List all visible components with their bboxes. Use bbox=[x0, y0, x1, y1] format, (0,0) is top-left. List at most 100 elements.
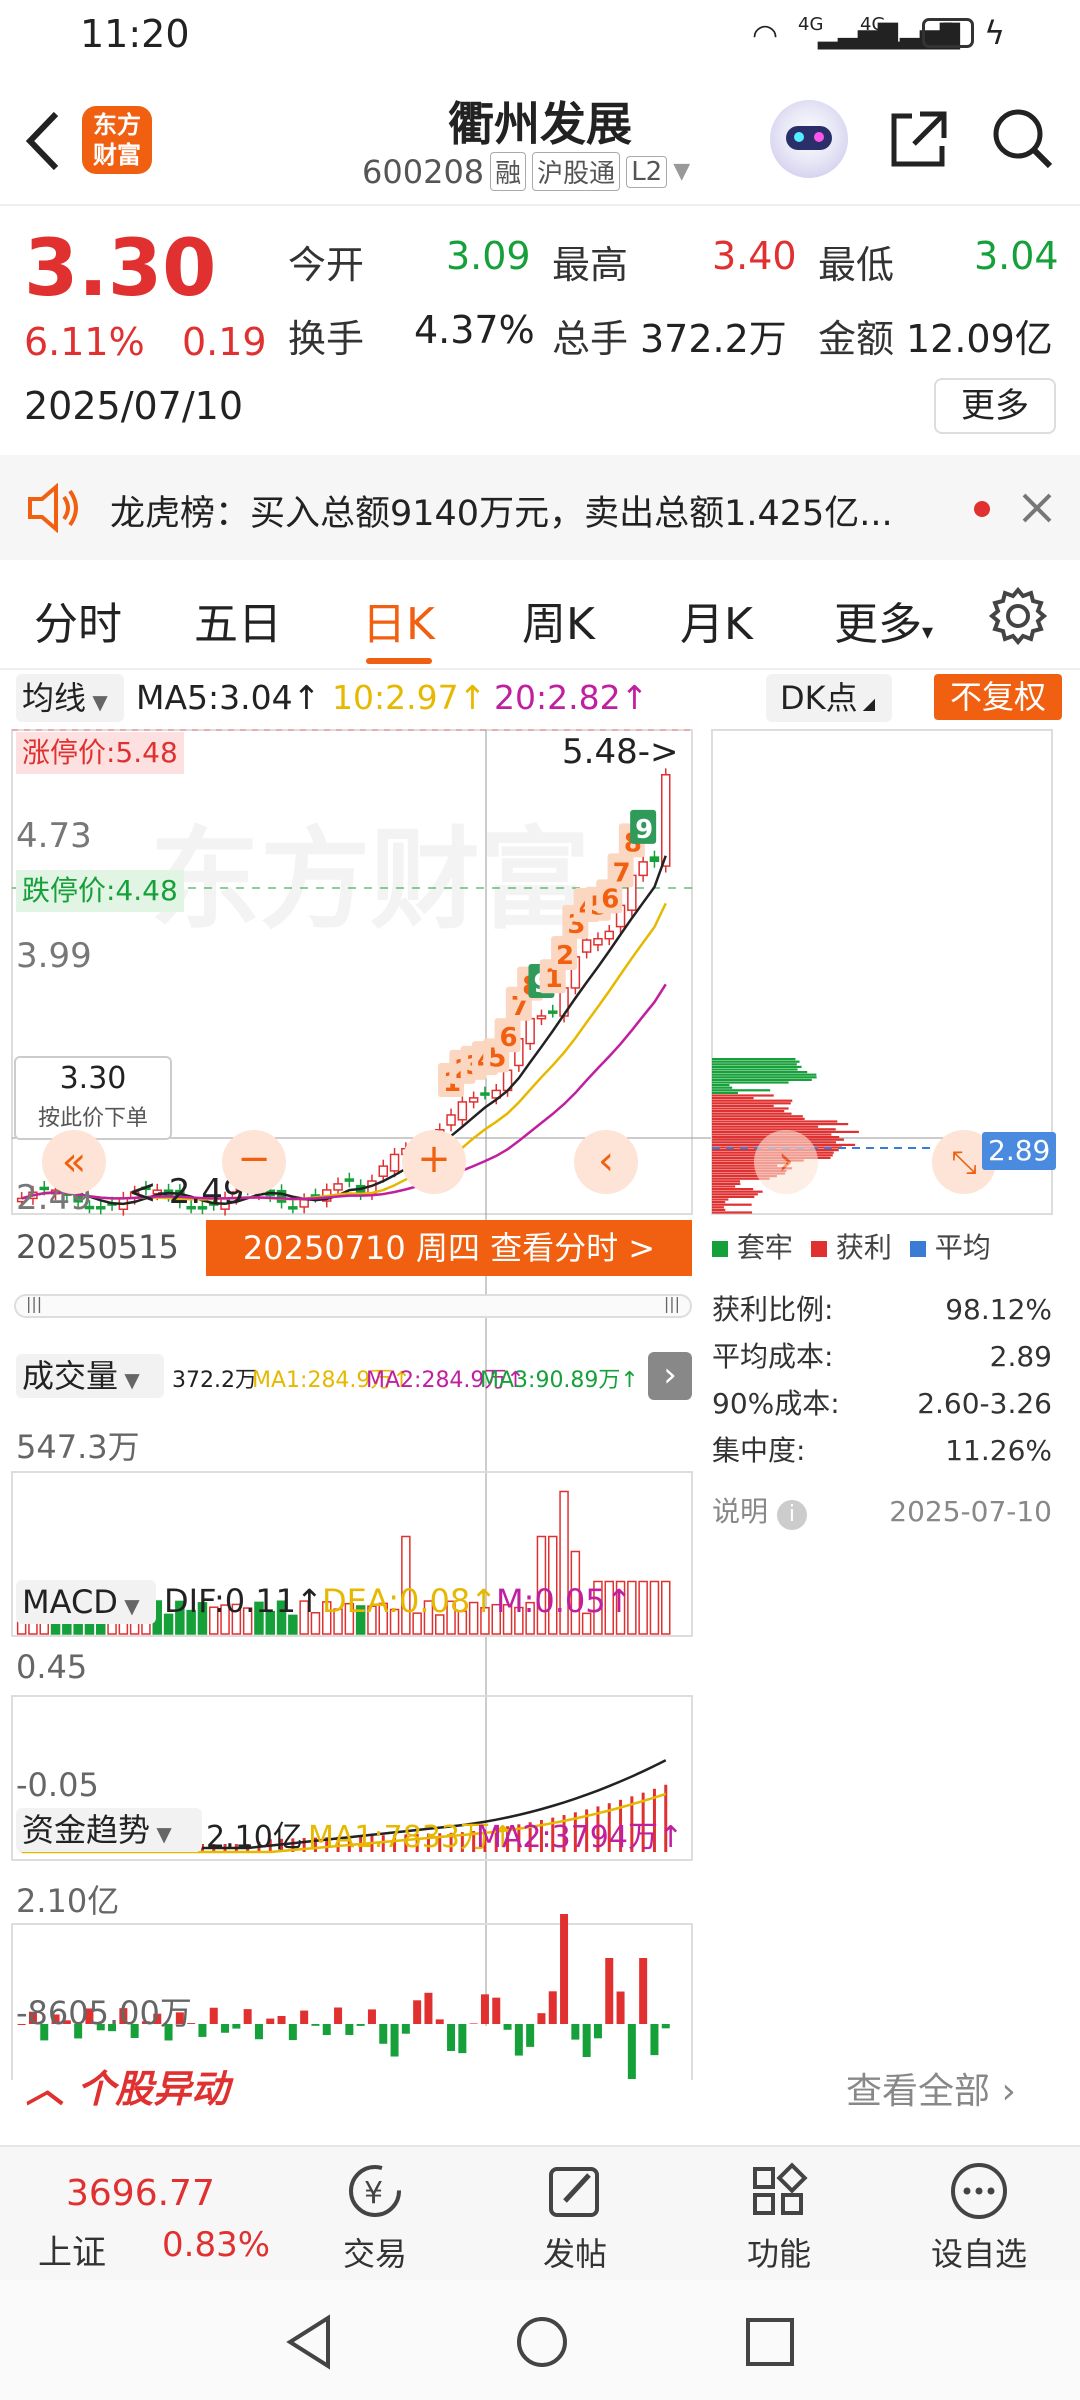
logo-text-1: 东方 bbox=[82, 110, 152, 140]
avg-cost-tag: 2.89 bbox=[982, 1132, 1056, 1170]
chip-bar bbox=[712, 1113, 792, 1115]
expand-indicators-icon[interactable]: › bbox=[648, 1352, 692, 1400]
notice-bar[interactable]: 龙虎榜：买入总额9140万元，卖出总额1.425亿... bbox=[0, 455, 1080, 560]
avg-cost-row: 平均成本: 2.89 bbox=[712, 1333, 1052, 1380]
system-home-icon[interactable] bbox=[514, 2314, 570, 2370]
nav-post[interactable]: 发帖 bbox=[500, 2147, 650, 2282]
cursor-price-tag[interactable]: 3.30 按此价下单 bbox=[14, 1056, 172, 1140]
more-dots-icon bbox=[947, 2161, 1011, 2221]
fund-bar bbox=[492, 1998, 500, 2024]
zoom-out-icon[interactable]: − bbox=[222, 1130, 286, 1194]
nav-functions[interactable]: 功能 bbox=[704, 2147, 854, 2282]
logo-text-2: 财富 bbox=[82, 140, 152, 170]
nav-trade[interactable]: ¥ 交易 bbox=[300, 2147, 450, 2282]
chip-bar bbox=[712, 1076, 817, 1078]
tab-intraday[interactable]: 分时 bbox=[34, 588, 122, 652]
slider-handle-left[interactable]: ||| bbox=[26, 1294, 42, 1313]
back-icon[interactable] bbox=[22, 110, 62, 172]
zoom-in-icon[interactable]: + bbox=[402, 1130, 466, 1194]
more-quote-button[interactable]: 更多 bbox=[934, 378, 1056, 434]
y-tick-label: 3.99 bbox=[16, 936, 92, 976]
ma-selector[interactable]: 均线 ▼ bbox=[16, 674, 124, 722]
fund-bar bbox=[639, 1958, 647, 2024]
share-icon[interactable] bbox=[886, 108, 950, 172]
view-intraday-banner[interactable]: 20250710 周四 查看分时 > bbox=[206, 1220, 692, 1276]
index-quote[interactable]: 3696.77 上证 0.83% bbox=[0, 2147, 270, 2282]
tab-weekly-k[interactable]: 周K bbox=[522, 588, 595, 652]
scroll-right-icon[interactable]: › bbox=[754, 1130, 818, 1194]
slider-handle-right[interactable]: ||| bbox=[664, 1294, 680, 1313]
candle-body bbox=[289, 1207, 297, 1209]
chip-note-row[interactable]: 说明 i 2025-07-10 bbox=[712, 1488, 1052, 1535]
profit-ratio-label: 获利比例: bbox=[712, 1286, 833, 1333]
view-all-link[interactable]: 查看全部 › bbox=[846, 2062, 1016, 2114]
ai-assistant-icon[interactable] bbox=[770, 100, 848, 178]
change-pct: 6.11% bbox=[24, 320, 145, 364]
dk-point-button[interactable]: DK点 ◢ bbox=[766, 674, 892, 722]
chip-bar bbox=[712, 1188, 753, 1190]
tab-more[interactable]: 更多▾ bbox=[834, 588, 933, 652]
adjust-mode-button[interactable]: 不复权 bbox=[934, 674, 1062, 720]
candle-body bbox=[345, 1179, 353, 1181]
battery-icon: 5 bbox=[922, 18, 974, 48]
dropdown-icon: ▼ bbox=[118, 1594, 140, 1618]
legend-profit: 获利 bbox=[811, 1226, 892, 1266]
wifi-icon: ◠ bbox=[752, 18, 778, 53]
app-logo[interactable]: 东方 财富 bbox=[82, 106, 152, 174]
chip-bar bbox=[712, 1115, 803, 1117]
status-time: 11:20 bbox=[80, 12, 190, 56]
tab-five-day[interactable]: 五日 bbox=[194, 588, 282, 652]
unread-dot bbox=[974, 501, 990, 517]
amount-value: 12.09亿 bbox=[906, 308, 1053, 363]
period-tabs: 分时 五日 日K 周K 月K 更多▾ bbox=[0, 560, 1080, 670]
legend-trapped: 套牢 bbox=[712, 1226, 793, 1266]
volume-selector[interactable]: 成交量 ▼ bbox=[16, 1354, 164, 1398]
system-back-icon[interactable] bbox=[284, 2314, 334, 2370]
settings-gear-icon[interactable] bbox=[988, 586, 1048, 646]
tab-daily-k[interactable]: 日K bbox=[362, 588, 435, 652]
trade-icon: ¥ bbox=[343, 2161, 407, 2221]
fund-top-label: 2.10亿 bbox=[16, 1876, 119, 1922]
tab-more-label: 更多 bbox=[834, 599, 922, 650]
fund-bar bbox=[244, 2009, 252, 2024]
scroll-left-fast-icon[interactable]: « bbox=[42, 1130, 106, 1194]
candle-body bbox=[662, 775, 670, 866]
open-label: 今开 bbox=[288, 234, 364, 289]
dropdown-icon[interactable]: ▼ bbox=[673, 159, 690, 184]
dropdown-icon: ▼ bbox=[118, 1368, 140, 1392]
nav-add-favorite[interactable]: 设自选 bbox=[904, 2147, 1054, 2282]
chip-bar bbox=[712, 1206, 724, 1208]
macd-selector[interactable]: MACD ▼ bbox=[16, 1580, 156, 1624]
margin-tag: 融 bbox=[490, 152, 526, 191]
high-arrow-label: 5.48-> bbox=[562, 732, 678, 772]
fund-bar bbox=[221, 2024, 229, 2033]
legend-average: 平均 bbox=[910, 1226, 991, 1266]
close-icon[interactable] bbox=[1020, 491, 1054, 525]
legend-trapped-label: 套牢 bbox=[737, 1231, 793, 1264]
avg-cost-value: 2.89 bbox=[990, 1333, 1052, 1380]
range-slider[interactable]: ||| ||| bbox=[14, 1294, 692, 1318]
system-recents-icon[interactable] bbox=[744, 2316, 796, 2368]
candle-body bbox=[526, 1019, 534, 1044]
scroll-left-icon[interactable]: ‹ bbox=[574, 1130, 638, 1194]
fund-bar bbox=[198, 2024, 206, 2037]
movement-title-text: 个股异动 bbox=[77, 2067, 229, 2111]
cost90-value: 2.60-3.26 bbox=[917, 1380, 1052, 1427]
edit-icon bbox=[543, 2161, 607, 2221]
stock-movement-section[interactable]: ︿ 个股异动 查看全部 › bbox=[0, 2040, 1080, 2140]
chip-bar bbox=[712, 1204, 752, 1206]
candle-body bbox=[481, 1093, 489, 1095]
candle-body bbox=[605, 931, 613, 938]
info-icon[interactable]: i bbox=[777, 1500, 807, 1530]
fund-selector[interactable]: 资金趋势 ▼ bbox=[16, 1808, 202, 1852]
td-mark-label: 6 bbox=[601, 884, 619, 914]
fund-bar bbox=[571, 2024, 579, 2040]
limit-down-label: 跌停价:4.48 bbox=[16, 870, 184, 912]
chip-bar bbox=[712, 1128, 836, 1130]
chip-bar bbox=[712, 1107, 789, 1109]
tab-monthly-k[interactable]: 月K bbox=[680, 588, 753, 652]
fund-bar bbox=[345, 2024, 353, 2035]
legend-average-label: 平均 bbox=[935, 1231, 991, 1264]
chip-bar bbox=[712, 1084, 729, 1086]
search-icon[interactable] bbox=[988, 104, 1056, 172]
